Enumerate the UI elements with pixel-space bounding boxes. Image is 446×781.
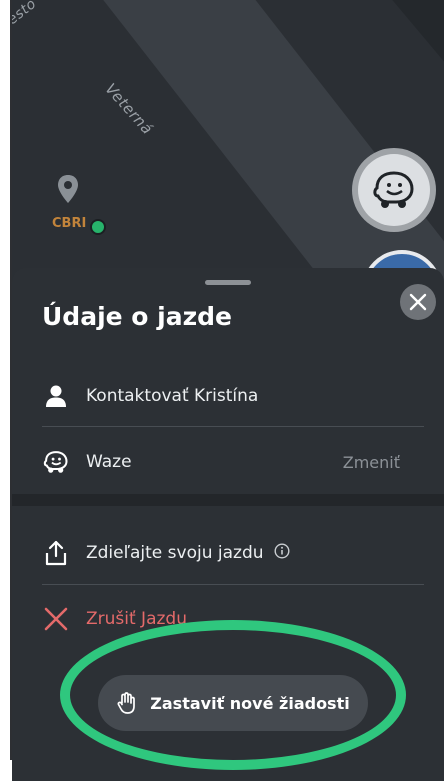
app-frame: esto Veterná CBRI Údaje o jazde Kontakto… (12, 0, 444, 781)
waze-icon (373, 171, 414, 208)
share-ride-row[interactable]: Zdieľajte svoju jazdu (42, 524, 422, 582)
ride-details-sheet: Údaje o jazde Kontaktovať Kristína Waze … (12, 268, 444, 781)
share-ride-label: Zdieľajte svoju jazdu (86, 543, 264, 563)
change-navigation-link[interactable]: Zmeniť (343, 453, 400, 472)
contact-rider-row[interactable]: Kontaktovať Kristína (42, 367, 422, 425)
street-label: esto (12, 0, 40, 29)
hand-icon (116, 691, 138, 715)
cancel-ride-label: Zrušiť Jazdu (86, 609, 187, 629)
section-separator (12, 494, 444, 506)
stop-new-requests-label: Zastaviť nové žiadosti (150, 693, 350, 713)
divider (42, 426, 424, 427)
navigation-app-row[interactable]: Waze Zmeniť (42, 433, 422, 491)
street-label: Veterná (101, 79, 157, 139)
stop-new-requests-button[interactable]: Zastaviť nové žiadosti (98, 675, 368, 731)
sheet-title: Údaje o jazde (42, 302, 233, 331)
waze-icon (42, 448, 70, 476)
share-icon (42, 539, 70, 567)
x-icon (42, 605, 70, 633)
map-view[interactable]: esto Veterná CBRI (12, 0, 444, 300)
waze-button[interactable] (352, 148, 436, 232)
close-button[interactable] (400, 284, 436, 320)
info-icon[interactable] (274, 543, 290, 563)
poi-label[interactable]: CBRI (52, 216, 86, 231)
map-pin-icon[interactable] (56, 174, 80, 204)
cancel-ride-row[interactable]: Zrušiť Jazdu (42, 590, 422, 648)
person-icon (42, 382, 70, 410)
divider (42, 584, 424, 585)
drag-handle[interactable] (205, 280, 251, 285)
contact-rider-label: Kontaktovať Kristína (86, 386, 259, 406)
navigation-app-label: Waze (86, 452, 132, 472)
close-icon (409, 293, 427, 311)
poi-status-dot (90, 219, 106, 235)
